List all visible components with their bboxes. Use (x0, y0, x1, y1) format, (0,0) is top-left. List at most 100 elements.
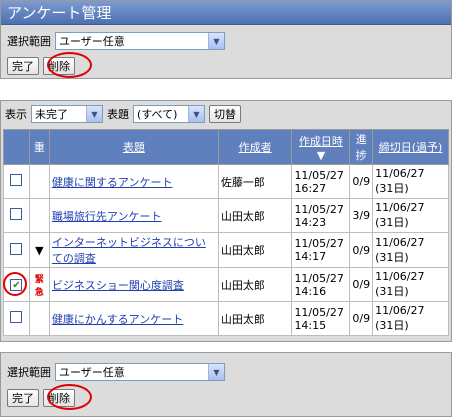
row-check-cell (3, 198, 30, 233)
created-date: 11/05/27 (294, 168, 344, 182)
table-row: ✔ 緊急 ビジネスショー関心度調査 山田太郎 11/05/27 14:16 0/9 11/06… (3, 267, 449, 302)
created-time: 14:15 (294, 318, 327, 332)
row-progress: 3/9 (349, 198, 374, 233)
created-date: 11/05/27 (294, 202, 344, 216)
survey-link[interactable]: インターネットビジネスについての調査 (52, 236, 206, 265)
row-mark-cell (28, 301, 50, 336)
highlight-ring-bottom (47, 384, 92, 410)
row-subject-cell: ビジネスショー関心度調査 (48, 267, 219, 302)
filter-bar: 表示 未完了 ▼ 表題 (すべて) ▼ 切替 (1, 101, 451, 127)
show-select[interactable]: 未完了 ▼ (31, 105, 103, 123)
row-deadline: 11/06/27 (31日) (372, 232, 449, 268)
checkbox-highlight-ring (3, 272, 27, 296)
row-author: 山田太郎 (217, 267, 293, 302)
page-title: アンケート管理 (1, 1, 451, 25)
row-progress: 0/9 (349, 301, 374, 336)
sort-desc-icon: ▼ (316, 148, 326, 162)
scope-label: 選択範囲 (7, 35, 51, 48)
row-created: 11/05/27 14:16 (291, 267, 351, 302)
scope-row: 選択範囲 ユーザー任意 ▼ (7, 32, 225, 50)
table-row: 職場旅行先アンケート 山田太郎 11/05/27 14:23 3/9 11/06/27 (3… (3, 198, 449, 233)
show-label: 表示 (5, 108, 27, 121)
created-time: 14:17 (294, 250, 327, 263)
row-subject-cell: 健康にかんするアンケート (48, 301, 219, 336)
scope-select-value: ユーザー任意 (59, 35, 125, 48)
row-subject-cell: インターネットビジネスについての調査 (48, 232, 219, 268)
sort-deadline-link[interactable]: 締切日(過予) (379, 141, 443, 154)
table-row: 健康に関するアンケート 佐藤一郎 11/05/27 16:27 0/9 11/06/27(… (3, 164, 449, 199)
deadline-date: 11/06/27 (375, 167, 425, 180)
scope-select-value-bottom: ユーザー任意 (59, 366, 125, 379)
dropdown-arrow-icon[interactable]: ▼ (86, 106, 102, 122)
row-progress: 0/9 (349, 164, 374, 199)
created-date: 11/05/27 (294, 271, 344, 285)
dropdown-arrow-icon[interactable]: ▼ (208, 33, 224, 49)
row-subject-cell: 職場旅行先アンケート (48, 198, 219, 233)
row-deadline: 11/06/27 (31日) (372, 164, 449, 199)
row-mark-cell: ▼ (28, 232, 50, 268)
survey-link[interactable]: ビジネスショー関心度調査 (52, 279, 184, 292)
subject-filter-select[interactable]: (すべて) ▼ (133, 105, 205, 123)
created-time: 14:16 (294, 284, 327, 298)
done-button[interactable]: 完了 (7, 57, 39, 75)
row-author: 山田太郎 (217, 301, 293, 336)
sort-subject-link[interactable]: 表題 (123, 141, 145, 154)
table-row: ▼ インターネットビジネスについての調査 山田太郎 11/05/27 14:17 0/9 1… (3, 232, 449, 268)
survey-link[interactable]: 職場旅行先アンケート (52, 210, 162, 223)
row-checkbox[interactable] (10, 311, 23, 323)
show-select-value: 未完了 (35, 108, 68, 121)
created-time: 16:27 (294, 181, 327, 195)
deadline-date: 11/06/27 (375, 304, 425, 317)
table-header-row: 重 表題 作成者 作成日時 ▼ 進捗 締切日(過予) (3, 129, 449, 165)
header-check (3, 129, 30, 165)
survey-table: 重 表題 作成者 作成日時 ▼ 進捗 締切日(過予) 健康に関するアンケート 佐藤一… (3, 129, 449, 336)
row-subject-cell: 健康に関するアンケート (48, 164, 219, 199)
done-button-bottom[interactable]: 完了 (7, 389, 39, 407)
switch-button[interactable]: 切替 (209, 105, 241, 123)
header-deadline[interactable]: 締切日(過予) (372, 129, 449, 165)
sort-created-link[interactable]: 作成日時 (299, 135, 343, 148)
scope-select[interactable]: ユーザー任意 ▼ (55, 32, 225, 50)
deadline-date: 11/06/27 (375, 201, 425, 214)
header-important: 重 (28, 129, 50, 165)
deadline-note: (31日) (375, 250, 409, 264)
highlight-ring (47, 52, 92, 78)
row-checkbox[interactable] (10, 208, 23, 220)
row-progress: 0/9 (349, 232, 374, 268)
row-author: 山田太郎 (217, 198, 293, 233)
row-mark-cell (28, 198, 50, 233)
urgent-badge: 緊急 (34, 274, 44, 298)
created-date: 11/05/27 (294, 237, 344, 250)
header-progress: 進捗 (349, 129, 374, 165)
row-deadline: 11/06/27 (31日) (372, 267, 449, 302)
list-panel: 表示 未完了 ▼ 表題 (すべて) ▼ 切替 重 表題 作成者 作成日時 ▼ 進捗… (0, 100, 452, 342)
row-progress: 0/9 (349, 267, 374, 302)
scope-label-bottom: 選択範囲 (7, 366, 51, 379)
created-time: 14:23 (294, 215, 327, 229)
dropdown-arrow-icon[interactable]: ▼ (208, 364, 224, 380)
header-author[interactable]: 作成者 (217, 129, 293, 165)
deadline-note: (31日) (375, 216, 409, 229)
sort-author-link[interactable]: 作成者 (239, 141, 272, 154)
created-date: 11/05/27 (294, 305, 344, 319)
row-created: 11/05/27 14:23 (291, 198, 351, 233)
header-created[interactable]: 作成日時 ▼ (291, 129, 351, 165)
dropdown-arrow-icon[interactable]: ▼ (188, 106, 204, 122)
row-check-cell (3, 301, 30, 336)
row-mark-cell (28, 164, 50, 199)
row-deadline: 11/06/27 (31日) (372, 301, 449, 336)
subject-filter-value: (すべて) (137, 108, 178, 121)
deadline-note: (31日) (375, 319, 409, 332)
header-subject[interactable]: 表題 (48, 129, 219, 165)
row-created: 11/05/27 16:27 (291, 164, 351, 199)
row-author: 佐藤一郎 (217, 164, 293, 199)
deadline-note: (31日) (375, 285, 409, 298)
row-checkbox[interactable] (10, 242, 23, 255)
survey-link[interactable]: 健康にかんするアンケート (52, 313, 183, 326)
row-check-cell (3, 164, 30, 199)
survey-link[interactable]: 健康に関するアンケート (52, 176, 173, 189)
collapse-triangle-icon: ▼ (35, 243, 44, 257)
row-checkbox[interactable] (10, 174, 23, 186)
deadline-note: (31日) (375, 182, 409, 195)
scope-select-bottom[interactable]: ユーザー任意 ▼ (55, 363, 225, 381)
